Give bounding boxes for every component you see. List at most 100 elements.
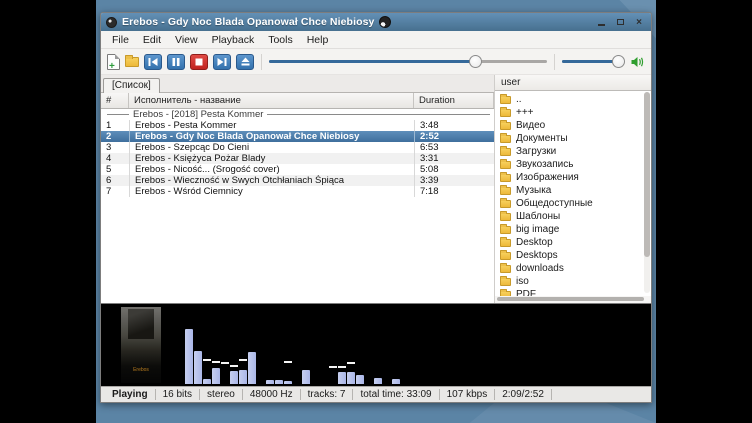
next-button[interactable] [213, 54, 231, 70]
vertical-scrollbar[interactable] [644, 92, 650, 293]
spectrum-band [320, 306, 328, 384]
track-number: 7 [101, 186, 129, 197]
volume-handle[interactable] [612, 55, 625, 68]
album-art-caption: Erebos [133, 367, 149, 373]
folder-item[interactable]: .. [495, 93, 651, 106]
folder-item[interactable]: Изображения [495, 171, 651, 184]
spectrum-analyzer [185, 306, 645, 384]
folder-icon [500, 265, 511, 273]
folder-icon [500, 213, 511, 221]
track-row[interactable]: 3 Erebos - Szepcąc Do Cieni 6:53 [101, 142, 494, 153]
track-row[interactable]: 5 Erebos - Nicość... (Srogość cover) 5:0… [101, 164, 494, 175]
folder-item[interactable]: Desktop [495, 236, 651, 249]
folder-item[interactable]: Desktops [495, 249, 651, 262]
add-folder-button[interactable] [125, 54, 139, 70]
track-duration: 5:08 [414, 164, 494, 175]
track-title: Erebos - Pesta Kommer [129, 120, 414, 131]
track-row[interactable]: 2 Erebos - Gdy Noc Blada Opanował Chce N… [101, 131, 494, 142]
folder-item[interactable]: Шаблоны [495, 210, 651, 223]
album-art: Erebos [121, 307, 161, 383]
track-duration: 2:52 [414, 131, 494, 142]
open-file-icon [107, 54, 120, 70]
folder-name: Изображения [516, 172, 579, 183]
column-header-duration[interactable]: Duration [414, 93, 494, 108]
track-title: Erebos - Wieczność w Swych Otchłaniach Ś… [129, 175, 414, 186]
toolbar [101, 49, 651, 75]
group-line [267, 114, 490, 115]
spectrum-band [374, 306, 382, 384]
volume-slider[interactable] [562, 55, 624, 69]
folder-name: +++ [516, 107, 534, 118]
menu-item[interactable]: Playback [205, 33, 262, 47]
maximize-icon [617, 19, 624, 25]
track-row[interactable]: 7 Erebos - Wśród Ciemnicy 7:18 [101, 186, 494, 197]
menu-item[interactable]: Edit [136, 33, 168, 47]
track-duration: 6:53 [414, 142, 494, 153]
folder-list: .. +++ Видео Документы [495, 91, 651, 296]
pause-icon [172, 58, 180, 66]
group-line [107, 114, 129, 115]
close-button[interactable]: × [632, 16, 646, 28]
eject-button[interactable] [236, 54, 254, 70]
folder-item[interactable]: iso [495, 275, 651, 288]
track-number: 3 [101, 142, 129, 153]
folder-item[interactable]: downloads [495, 262, 651, 275]
folder-item[interactable]: big image [495, 223, 651, 236]
folder-name: iso [516, 276, 529, 287]
folder-name: Загрузки [516, 146, 556, 157]
pause-button[interactable] [167, 54, 185, 70]
spectrum-band [329, 306, 337, 384]
folder-name: downloads [516, 263, 564, 274]
playlist-tab[interactable]: [Список] [103, 78, 160, 93]
spectrum-band [221, 306, 229, 384]
folder-item[interactable]: Видео [495, 119, 651, 132]
folder-item[interactable]: PDF [495, 288, 651, 296]
previous-button[interactable] [144, 54, 162, 70]
track-row[interactable]: 4 Erebos - Księżyca Pożar Blady 3:31 [101, 153, 494, 164]
open-file-button[interactable] [107, 54, 120, 70]
folder-name: PDF [516, 289, 536, 296]
menu-item[interactable]: Tools [261, 33, 300, 47]
spectrum-band [194, 306, 202, 384]
menu-item[interactable]: View [168, 33, 205, 47]
folder-item[interactable]: Музыка [495, 184, 651, 197]
playlist-column-header: # Исполнитель - название Duration [101, 92, 494, 109]
file-browser-header[interactable]: user [495, 75, 651, 91]
folder-name: Desktop [516, 237, 553, 248]
stop-button[interactable] [190, 54, 208, 70]
spectrum-band [275, 306, 283, 384]
spectrum-band [284, 306, 292, 384]
column-header-title[interactable]: Исполнитель - название [129, 93, 414, 108]
status-segment: 48000 Hz [243, 389, 301, 400]
folder-item[interactable]: Общедоступные [495, 197, 651, 210]
seek-handle[interactable] [469, 55, 482, 68]
folder-name: big image [516, 224, 559, 235]
maximize-button[interactable] [613, 16, 627, 28]
menubar: File Edit View Playback Tools Help [101, 31, 651, 49]
folder-item[interactable]: Загрузки [495, 145, 651, 158]
column-header-num[interactable]: # [101, 93, 129, 108]
track-row[interactable]: 6 Erebos - Wieczność w Swych Otchłaniach… [101, 175, 494, 186]
minimize-icon [598, 24, 605, 26]
folder-item[interactable]: +++ [495, 106, 651, 119]
folder-item[interactable]: Звукозапись [495, 158, 651, 171]
folder-icon [500, 252, 511, 260]
horizontal-scrollbar[interactable] [495, 296, 651, 303]
folder-icon [500, 187, 511, 195]
vertical-scrollbar-thumb[interactable] [644, 92, 650, 257]
track-row[interactable]: 1 Erebos - Pesta Kommer 3:48 [101, 120, 494, 131]
spectrum-band [230, 306, 238, 384]
window-title: Erebos - Gdy Noc Blada Opanował Chce Nie… [122, 16, 374, 28]
menu-item[interactable]: File [105, 33, 136, 47]
titlebar[interactable]: Erebos - Gdy Noc Blada Opanował Chce Nie… [101, 13, 651, 31]
track-number: 1 [101, 120, 129, 131]
status-segment: 107 kbps [440, 389, 496, 400]
folder-item[interactable]: Документы [495, 132, 651, 145]
horizontal-scrollbar-thumb[interactable] [497, 297, 644, 301]
menu-item[interactable]: Help [300, 33, 336, 47]
group-title: Erebos - [2018] Pesta Kommer [133, 109, 263, 120]
toolbar-separator [261, 54, 262, 70]
minimize-button[interactable] [594, 16, 608, 28]
seek-slider[interactable] [269, 55, 547, 69]
folder-name: Desktops [516, 250, 558, 261]
